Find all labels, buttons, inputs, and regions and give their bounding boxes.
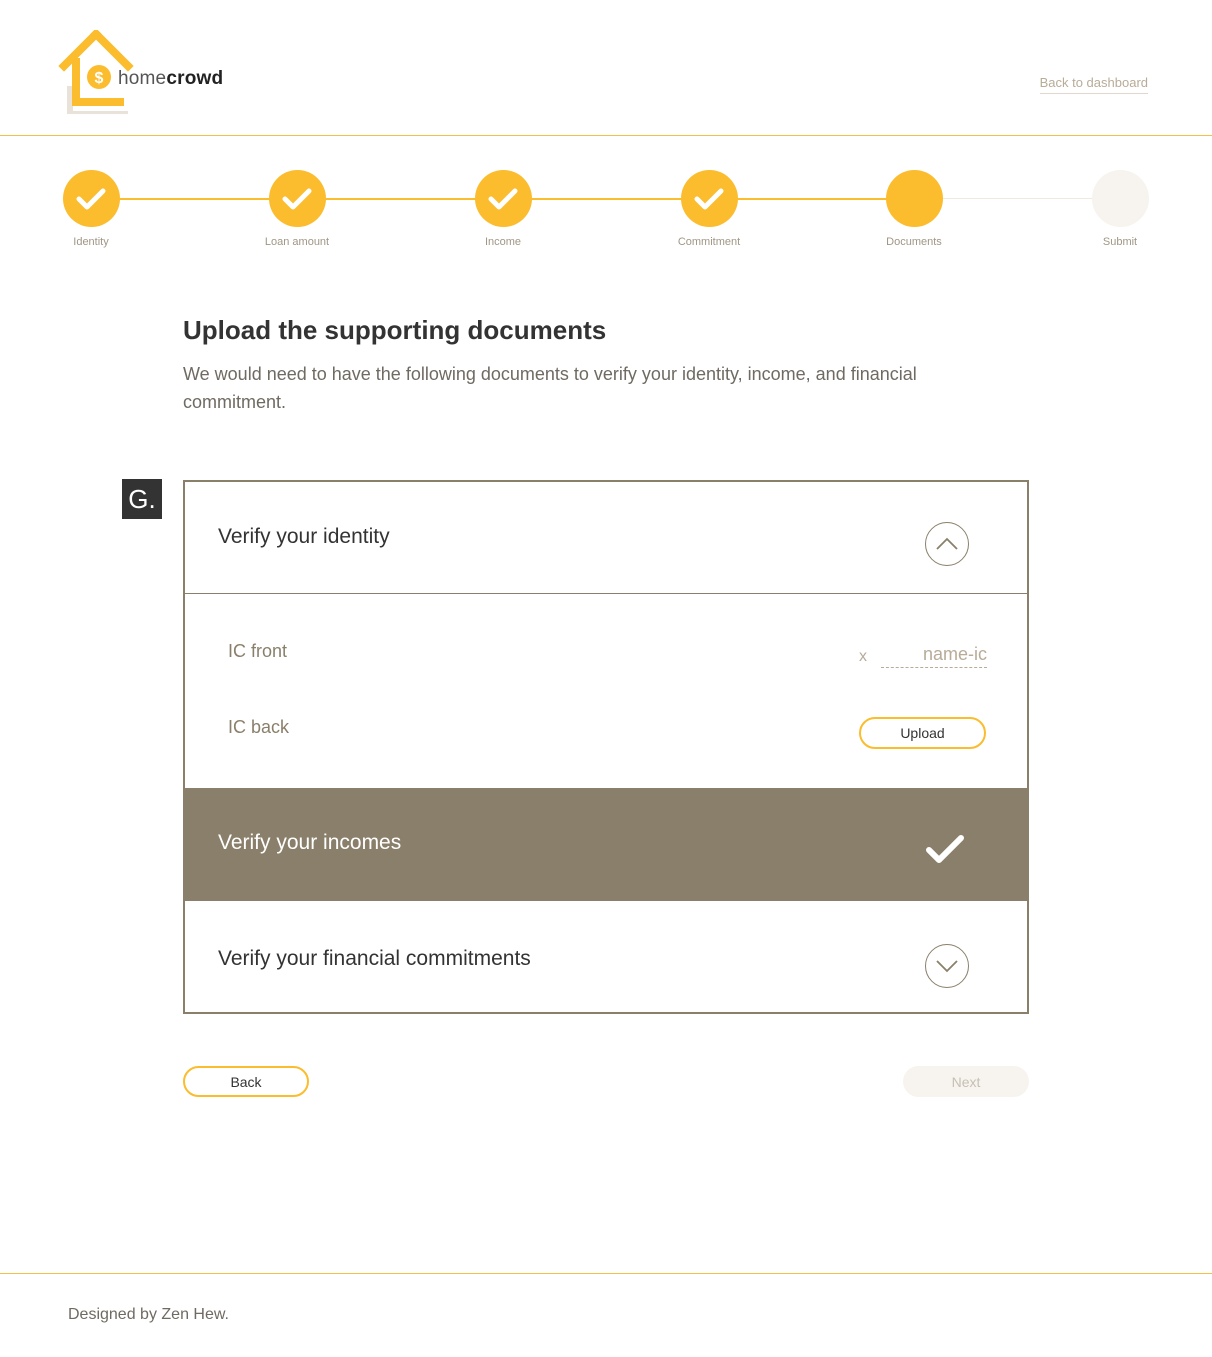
accordion-identity-header[interactable]: Verify your identity	[185, 482, 1027, 594]
progress-stepper: Identity Loan amount Income Commitment D…	[0, 170, 1212, 260]
documents-accordion: Verify your identity IC front x name-ic …	[183, 480, 1029, 1014]
step-documents[interactable]: Documents	[854, 170, 974, 248]
back-button[interactable]: Back	[183, 1066, 309, 1097]
step-check-icon	[474, 170, 532, 227]
logo-wordmark-light: home	[118, 68, 167, 89]
step-current-dot	[885, 170, 943, 227]
remove-file-button[interactable]: x	[859, 648, 867, 666]
check-icon	[925, 834, 965, 869]
step-submit[interactable]: Submit	[1060, 170, 1180, 248]
accordion-commitments-header[interactable]: Verify your financial commitments	[185, 902, 1027, 1014]
page-description: We would need to have the following docu…	[183, 364, 917, 412]
accordion-commitments-title: Verify your financial commitments	[218, 947, 531, 970]
header: $ homecrowd Back to dashboard	[0, 0, 1212, 136]
step-label: Documents	[886, 236, 942, 248]
next-button[interactable]: Next	[903, 1066, 1029, 1097]
footer: Designed by Zen Hew.	[0, 1273, 1212, 1357]
accordion-incomes-title: Verify your incomes	[218, 831, 402, 854]
step-commitment[interactable]: Commitment	[649, 170, 769, 248]
step-check-icon	[680, 170, 738, 227]
uploaded-file-name[interactable]: name-ic	[881, 644, 987, 668]
back-to-dashboard-link[interactable]: Back to dashboard	[1039, 75, 1148, 94]
accordion-incomes-header[interactable]: Verify your incomes	[185, 788, 1027, 901]
page-title: Upload the supporting documents	[183, 315, 607, 345]
step-check-icon	[268, 170, 326, 227]
upload-button[interactable]: Upload	[859, 717, 986, 749]
logo-wordmark-bold: crowd	[166, 68, 224, 89]
step-label: Submit	[1102, 236, 1138, 248]
footer-credit: Designed by Zen Hew.	[68, 1306, 229, 1323]
step-pending-dot	[1091, 170, 1149, 227]
step-label: Identity	[73, 236, 109, 248]
chevron-up-icon[interactable]	[925, 522, 969, 566]
step-identity[interactable]: Identity	[31, 170, 151, 248]
accordion-identity-body: IC front x name-ic IC back Upload	[185, 594, 1027, 788]
step-label: Loan amount	[264, 236, 330, 248]
step-loan-amount[interactable]: Loan amount	[237, 170, 357, 248]
step-label: Commitment	[677, 236, 741, 248]
svg-text:$: $	[95, 70, 104, 87]
step-income[interactable]: Income	[443, 170, 563, 248]
chevron-down-icon[interactable]	[925, 944, 969, 988]
accordion-identity-title: Verify your identity	[218, 525, 390, 548]
logo-wordmark: homecrowd	[118, 68, 223, 90]
step-label: Income	[484, 236, 522, 248]
homecrowd-logo[interactable]: $ homecrowd	[56, 30, 236, 114]
step-check-icon	[62, 170, 120, 227]
ic-back-label: IC back	[228, 717, 290, 737]
section-badge: G.	[122, 479, 162, 519]
ic-front-label: IC front	[228, 641, 288, 661]
